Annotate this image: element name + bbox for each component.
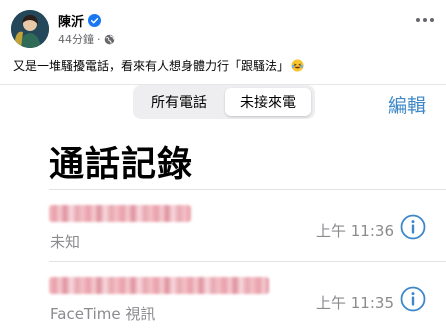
info-icon[interactable]	[400, 286, 426, 312]
info-icon[interactable]	[400, 214, 426, 240]
post-image-phone-screenshot: 所有電話 未接來電 編輯 通話記錄 未知 上午 11:36 FaceTime 視…	[0, 84, 446, 331]
call-time: 上午 11:36	[316, 222, 394, 240]
call-time: 上午 11:35	[316, 294, 394, 312]
verified-badge-icon	[88, 13, 102, 27]
meta-separator: ·	[97, 32, 101, 46]
post-caption: 又是一堆騷擾電話，看來有人想身體力行「跟騷法」	[13, 57, 304, 74]
avatar[interactable]	[11, 10, 49, 48]
globe-icon[interactable]	[104, 34, 115, 45]
call-type-label: FaceTime 視訊	[50, 305, 156, 323]
post-header: 陳沂 44分鐘 · 又是一堆騷擾電話，看來有人想身體力行「跟騷法」	[0, 0, 446, 84]
call-row[interactable]: FaceTime 視訊 上午 11:35	[0, 262, 446, 331]
segment-all-calls[interactable]: 所有電話	[137, 88, 221, 116]
call-filter-segmented-control: 所有電話 未接來電	[133, 85, 315, 119]
edit-button[interactable]: 編輯	[388, 91, 426, 118]
call-row[interactable]: 未知 上午 11:36	[0, 190, 446, 260]
post-time[interactable]: 44分鐘	[58, 31, 94, 47]
author-name[interactable]: 陳沂	[58, 11, 84, 30]
call-type-label: 未知	[50, 233, 81, 251]
laughing-emoji-icon	[291, 59, 304, 72]
page-title: 通話記錄	[49, 145, 194, 185]
post-meta: 44分鐘 ·	[58, 31, 115, 47]
blurred-phone-number	[49, 205, 191, 222]
blurred-phone-number	[49, 277, 269, 294]
author-row: 陳沂	[58, 11, 102, 30]
caption-text: 又是一堆騷擾電話，看來有人想身體力行「跟騷法」	[13, 59, 290, 73]
more-options-icon[interactable]	[415, 16, 435, 24]
segment-missed-calls[interactable]: 未接來電	[225, 88, 311, 116]
